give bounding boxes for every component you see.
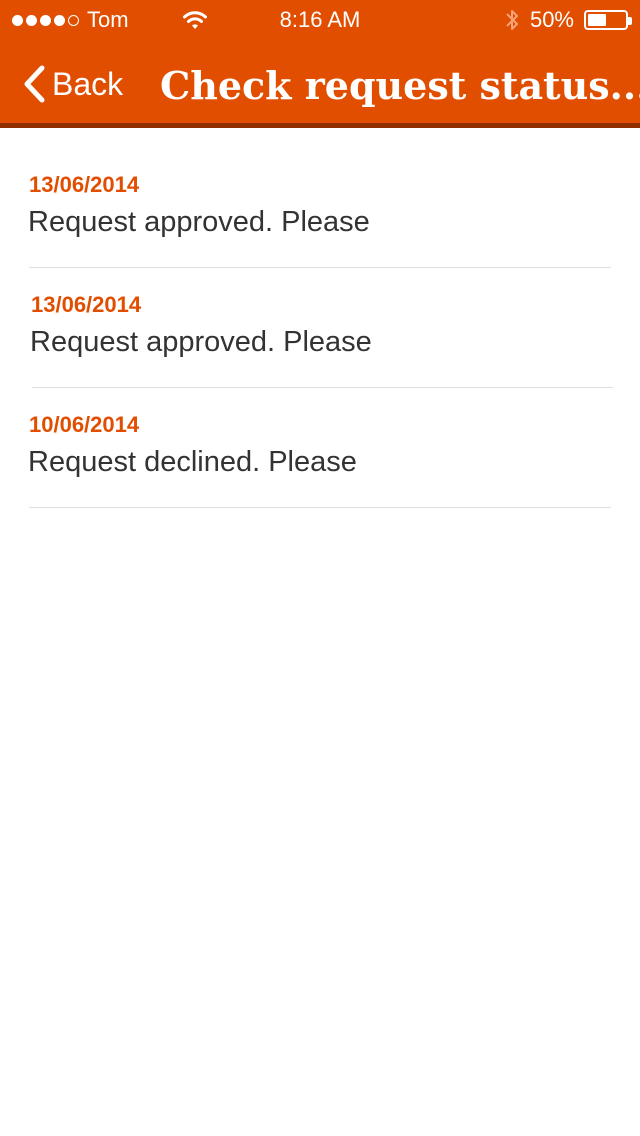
- battery-percent: 50%: [529, 7, 574, 32]
- request-date: 13/06/2014: [29, 172, 140, 197]
- chevron-left-icon: [24, 65, 45, 103]
- list-item[interactable]: 13/06/2014 Request approved. Please: [0, 148, 640, 268]
- page-title: Check request status...: [160, 63, 640, 108]
- request-date: 13/06/2014: [31, 292, 142, 317]
- status-bar: Tom 8:16 AM 50%: [0, 0, 640, 40]
- back-label: Back: [52, 65, 124, 102]
- divider: [29, 507, 611, 508]
- battery-icon: [584, 10, 632, 30]
- back-button[interactable]: Back: [22, 40, 123, 128]
- list-item[interactable]: 10/06/2014 Request declined. Please: [0, 388, 640, 508]
- request-message: Request declined. Please: [28, 446, 357, 478]
- battery-fill: [588, 14, 606, 26]
- status-right: 50%: [504, 0, 632, 40]
- navigation-bar: Back Check request status...: [0, 40, 640, 128]
- request-list: 13/06/2014 Request approved. Please 13/0…: [0, 148, 640, 508]
- bluetooth-icon: [506, 10, 518, 30]
- request-message: Request approved. Please: [28, 206, 370, 238]
- list-item[interactable]: 13/06/2014 Request approved. Please: [0, 268, 640, 388]
- request-message: Request approved. Please: [30, 326, 372, 358]
- request-date: 10/06/2014: [29, 412, 140, 437]
- battery-tip: [628, 17, 632, 25]
